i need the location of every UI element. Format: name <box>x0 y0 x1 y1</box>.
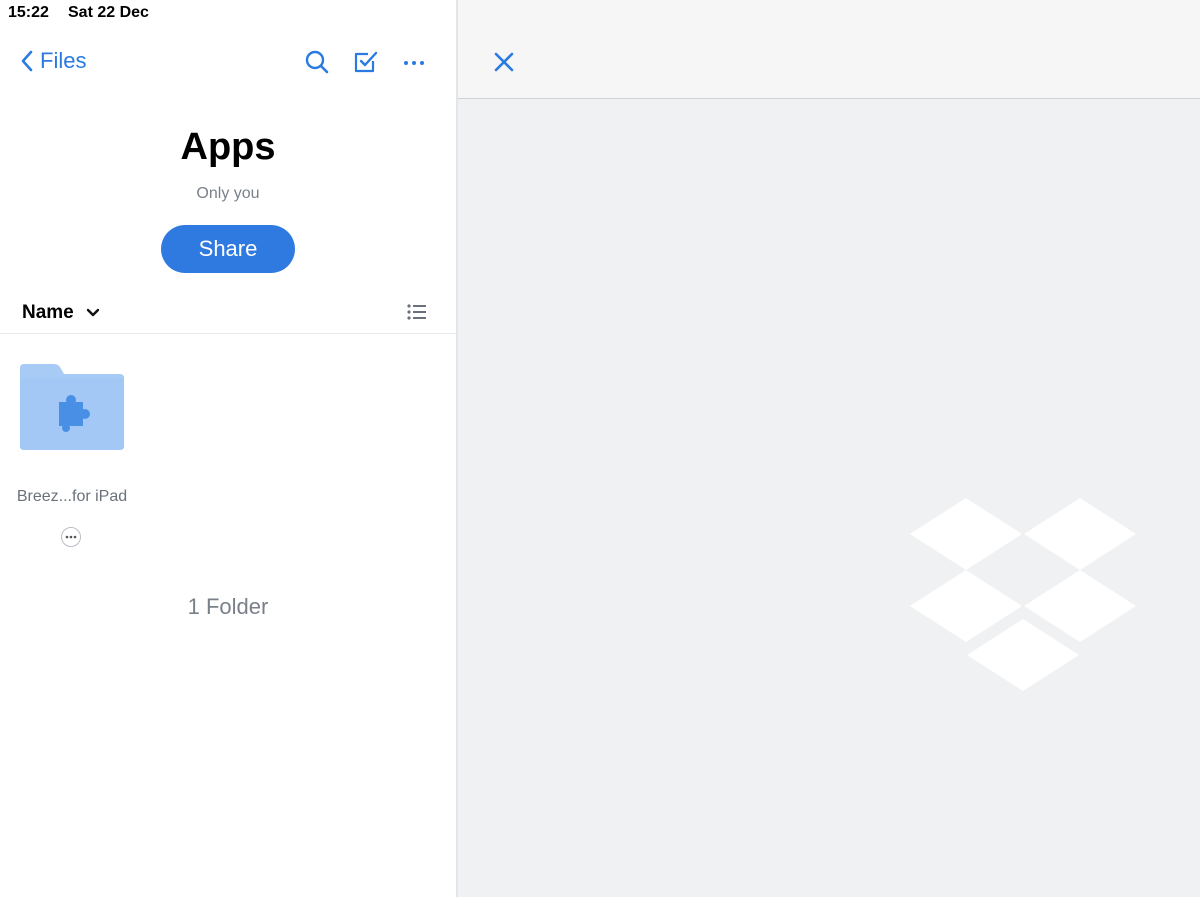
folder-name: Breez...for iPad <box>16 488 128 505</box>
file-browser-pane: 15:22 Sat 22 Dec Files Apps Only you Sha… <box>0 0 456 897</box>
search-button[interactable] <box>303 48 331 76</box>
select-button[interactable] <box>352 48 380 76</box>
back-button[interactable]: Files <box>20 48 86 74</box>
dropbox-logo <box>910 498 1136 691</box>
item-count: 1 Folder <box>187 594 269 619</box>
sort-bar-divider <box>0 333 456 334</box>
preview-header <box>458 0 1200 99</box>
folder-icon <box>20 364 124 450</box>
preview-pane <box>458 0 1200 897</box>
status-time: 15:22 <box>8 4 49 21</box>
item-more-button[interactable] <box>61 527 81 547</box>
close-icon[interactable] <box>492 50 516 74</box>
search-icon <box>305 50 329 74</box>
ellipsis-icon <box>65 535 77 539</box>
back-button-label: Files <box>40 48 87 73</box>
ellipsis-icon <box>404 61 424 65</box>
status-bar: 15:22 Sat 22 Dec <box>0 0 456 26</box>
page-title: Apps <box>180 126 276 168</box>
list-view-icon[interactable] <box>406 302 428 322</box>
more-options-button[interactable] <box>400 48 428 76</box>
chevron-down-icon <box>86 308 99 317</box>
sort-by-label: Name <box>22 302 74 323</box>
sharing-status: Only you <box>196 185 260 202</box>
status-date: Sat 22 Dec <box>68 4 149 21</box>
chevron-left-icon <box>21 50 33 72</box>
sort-bar: Name <box>0 296 456 332</box>
share-button[interactable]: Share <box>161 225 295 273</box>
folder-item[interactable]: Breez...for iPad <box>10 360 134 550</box>
checkbox-icon <box>354 51 378 73</box>
sort-by-button[interactable]: Name <box>22 302 100 324</box>
